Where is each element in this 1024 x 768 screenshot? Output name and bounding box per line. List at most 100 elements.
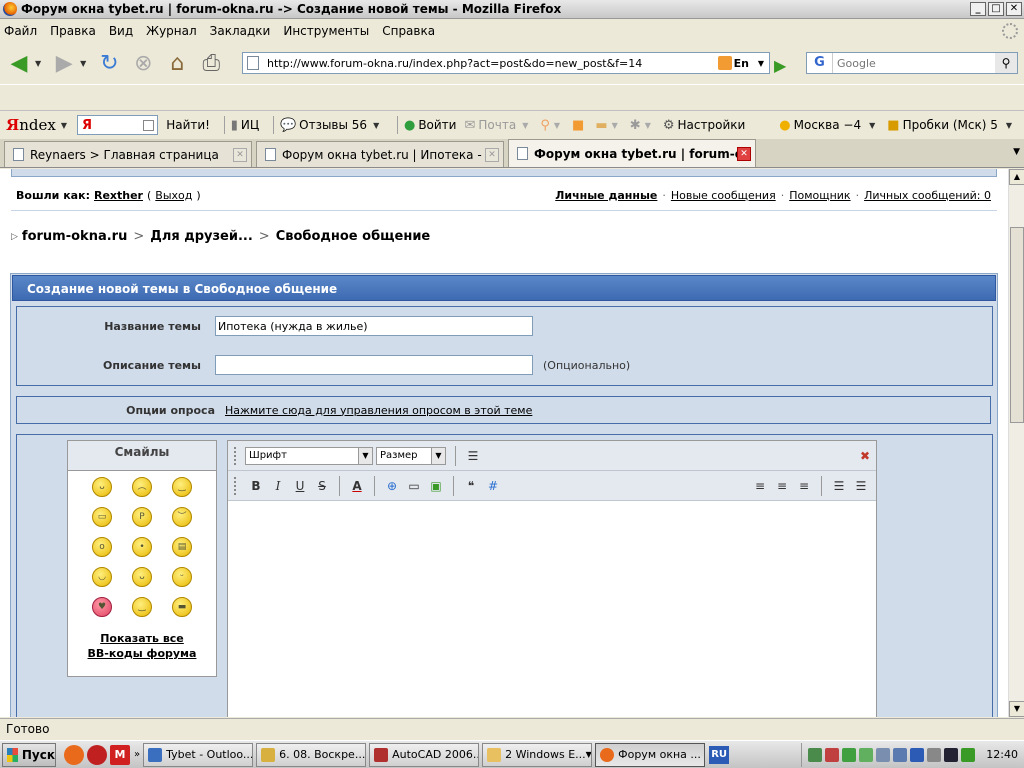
smiley-cool-icon[interactable]: ▬ — [172, 597, 192, 617]
yandex-reviews[interactable]: 💬 Отзывы 56 ▼ — [280, 118, 383, 133]
bold-button[interactable]: B — [245, 475, 267, 497]
forward-history-dropdown-icon[interactable]: ▼ — [80, 59, 86, 68]
insert-image-icon[interactable]: ▣ — [425, 475, 447, 497]
scroll-up-icon[interactable]: ▲ — [1009, 169, 1024, 185]
close-window-button[interactable]: ✕ — [1006, 2, 1022, 16]
maximize-button[interactable]: □ — [988, 2, 1004, 16]
taskbar-autocad[interactable]: AutoCAD 2006... — [369, 742, 480, 767]
yandex-rss[interactable]: ■ — [572, 118, 587, 133]
smiley-blush-icon[interactable]: ᵕ — [172, 567, 192, 587]
rss-feed-icon[interactable] — [717, 56, 732, 70]
list-all-tabs-icon[interactable]: ▼ — [1013, 147, 1020, 157]
yandex-search-input[interactable]: Я — [77, 115, 159, 135]
search-icon[interactable]: ⚲ — [995, 53, 1017, 73]
yandex-weather[interactable]: ● Москва −4 ▼ — [779, 118, 879, 133]
search-box[interactable]: G ⚲ — [806, 52, 1018, 74]
scroll-down-icon[interactable]: ▼ — [1009, 701, 1024, 717]
home-icon[interactable]: ⌂ — [162, 48, 192, 78]
tray-media-icon[interactable] — [944, 747, 959, 762]
smiley-love-icon[interactable]: ♥ — [92, 597, 112, 617]
show-all-smilies-link[interactable]: Показать все — [68, 631, 216, 646]
close-editor-icon[interactable]: ✖ — [860, 449, 870, 463]
size-select[interactable]: Размер ▼ — [376, 446, 446, 465]
menu-bookmarks[interactable]: Закладки — [210, 24, 271, 38]
bullet-list-icon[interactable]: ☰ — [850, 475, 872, 497]
smiley-thinking-icon[interactable]: ᴗ — [132, 567, 152, 587]
taskbar-firefox[interactable]: Форум окна ... — [595, 742, 706, 767]
tray-keyboard-icon[interactable] — [910, 747, 925, 762]
toggle-editor-mode-icon[interactable]: ☰ — [462, 445, 484, 467]
yandex-find-button[interactable]: Найти! — [166, 118, 210, 132]
smiley-wow-icon[interactable]: • — [132, 537, 152, 557]
back-history-dropdown-icon[interactable]: ▼ — [35, 59, 41, 68]
search-input[interactable] — [833, 56, 995, 70]
smiley-grin-icon[interactable]: ▭ — [92, 507, 112, 527]
insert-link-icon[interactable]: ⊕ — [381, 475, 403, 497]
yandex-settings[interactable]: ⚙ Настройки — [663, 118, 745, 133]
menu-tools[interactable]: Инструменты — [283, 24, 369, 38]
yandex-input-checkbox[interactable] — [143, 119, 155, 131]
opera-quicklaunch-icon[interactable] — [87, 744, 107, 765]
taskbar-document[interactable]: 6. 08. Воскре... — [256, 742, 367, 767]
smiley-surprised-icon[interactable]: o — [92, 537, 112, 557]
search-engine-selector[interactable]: G — [807, 53, 833, 73]
smiley-reading-icon[interactable]: ▤ — [172, 537, 192, 557]
page-scrollbar[interactable]: ▲ ▼ — [1008, 169, 1024, 717]
tray-network-icon[interactable] — [808, 747, 823, 762]
taskbar-explorer[interactable]: 2 Windows E... ▼ — [482, 742, 593, 767]
topic-description-input[interactable] — [215, 355, 533, 375]
tab-reynaers[interactable]: Reynaers > Главная страница ✕ — [4, 141, 252, 167]
breadcrumb-forum[interactable]: forum-okna.ru — [22, 229, 127, 244]
url-input[interactable] — [267, 56, 718, 70]
metro-quicklaunch-icon[interactable]: M — [110, 744, 130, 765]
tray-connection-icon[interactable] — [876, 747, 891, 762]
tray-antivirus-icon[interactable] — [825, 747, 840, 762]
menu-file[interactable]: Файл — [4, 24, 37, 38]
yandex-folder[interactable]: ▬ ▼ — [595, 118, 621, 133]
yandex-login[interactable]: ● Войти — [404, 118, 457, 133]
post-body-textarea[interactable] — [228, 501, 876, 717]
yandex-traffic[interactable]: ■ Пробки (Мск) 5 ▼ — [887, 118, 1016, 133]
menu-help[interactable]: Справка — [382, 24, 435, 38]
breadcrumb-friends[interactable]: Для друзей... — [150, 229, 253, 244]
url-bar[interactable]: En ▼ — [242, 52, 770, 74]
smiley-laugh-icon[interactable]: ◡ — [92, 567, 112, 587]
yandex-friends[interactable]: ⚲ ▼ — [540, 118, 564, 133]
smiley-wink-icon[interactable]: ‿ — [132, 597, 152, 617]
menu-history[interactable]: Журнал — [146, 24, 197, 38]
breadcrumb-free-talk[interactable]: Свободное общение — [276, 229, 431, 244]
profile-link[interactable]: Личные данные — [555, 189, 657, 202]
align-center-icon[interactable]: ≡ — [771, 475, 793, 497]
menu-view[interactable]: Вид — [109, 24, 133, 38]
tray-icq-icon[interactable] — [859, 747, 874, 762]
quicklaunch-more-icon[interactable]: » — [134, 749, 140, 760]
taskbar-outlook[interactable]: Tybet - Outloo... — [143, 742, 254, 767]
align-right-icon[interactable]: ≡ — [793, 475, 815, 497]
language-indicator[interactable]: RU — [709, 745, 730, 764]
close-tab-icon[interactable]: ✕ — [485, 147, 499, 162]
firefox-quicklaunch-icon[interactable] — [64, 744, 84, 765]
yandex-puzzle[interactable]: ✱ ▼ — [630, 118, 655, 133]
insert-email-icon[interactable]: ▭ — [403, 475, 425, 497]
tab-forum-active[interactable]: Форум окна tybet.ru | forum-ok... ✕ — [508, 139, 756, 167]
tray-volume-icon[interactable] — [927, 747, 942, 762]
smiley-sleepy-icon[interactable]: ᴗ — [92, 477, 112, 497]
minimize-button[interactable]: _ — [970, 2, 986, 16]
print-icon[interactable]: ⎙ — [196, 48, 226, 78]
username-link[interactable]: Rexther — [94, 189, 143, 202]
smiley-tongue-icon[interactable]: P — [132, 507, 152, 527]
yandex-citation-index[interactable]: ▮ ИЦ — [231, 118, 259, 133]
smiley-sad-icon[interactable]: ︵ — [132, 477, 152, 497]
back-icon[interactable]: ◀ — [4, 48, 34, 78]
strikethrough-button[interactable]: S — [311, 475, 333, 497]
start-button[interactable]: Пуск — [2, 742, 56, 767]
logout-link[interactable]: Выход — [155, 189, 192, 202]
insert-quote-icon[interactable]: ❝ — [460, 475, 482, 497]
yandex-menu-dropdown-icon[interactable]: ▼ — [61, 121, 67, 130]
scrollbar-thumb[interactable] — [1010, 227, 1024, 423]
close-tab-icon[interactable]: ✕ — [737, 146, 751, 161]
reload-icon[interactable]: ↻ — [94, 48, 124, 78]
tray-monitor-icon[interactable] — [893, 747, 908, 762]
yandex-logo[interactable]: Яndex — [6, 116, 56, 134]
smiley-angry-icon[interactable]: ︶ — [172, 507, 192, 527]
